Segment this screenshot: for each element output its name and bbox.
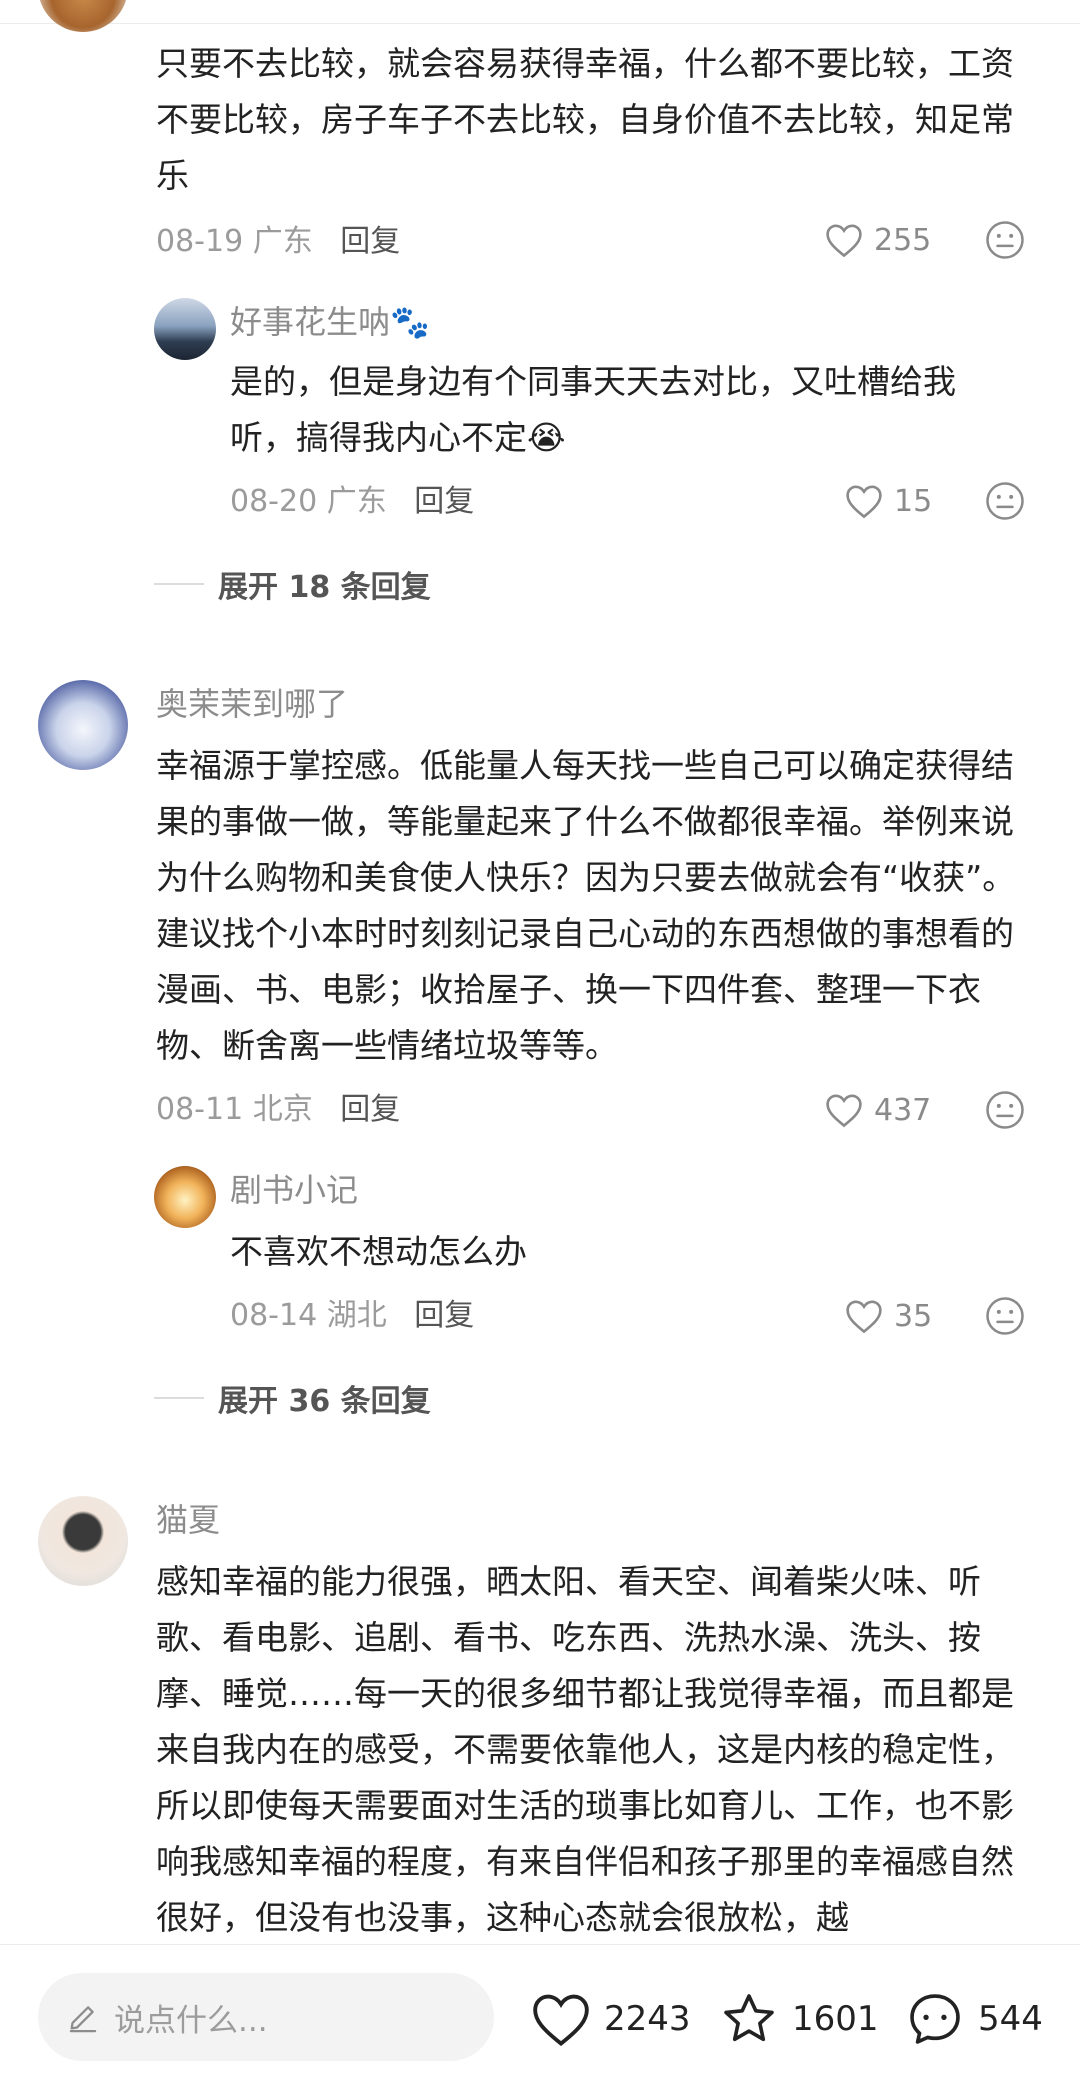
comment-input-placeholder: 说点什么... <box>114 2002 268 2039</box>
neutral-face-icon[interactable] <box>985 1090 1025 1130</box>
like-count: 15 <box>894 483 933 519</box>
neutral-face-icon[interactable] <box>985 220 1025 260</box>
expand-replies-label: 展开 18 条回复 <box>218 570 431 605</box>
expand-divider <box>154 1397 204 1399</box>
favorite-count: 1601 <box>792 1999 879 2039</box>
expand-replies-button[interactable]: 展开 18 条回复 <box>154 564 431 605</box>
expand-divider <box>154 583 204 585</box>
reply-button[interactable]: 回复 <box>414 484 474 519</box>
pencil-icon <box>69 2006 97 2033</box>
like-button[interactable]: 35 <box>844 1296 932 1336</box>
comment-text: 只要不去比较，就会容易获得幸福，什么都不要比较，工资不要比较，房子车子不去比较，… <box>156 44 1014 195</box>
heart-icon <box>846 485 882 519</box>
like-button[interactable]: 15 <box>844 481 932 521</box>
favorite-button[interactable]: 1601 <box>718 1989 879 2049</box>
reply-date: 08-14 <box>230 1298 318 1333</box>
reply-button[interactable]: 回复 <box>340 224 400 259</box>
reply-button[interactable]: 回复 <box>340 1092 400 1127</box>
reply-text: 不喜欢不想动怎么办 <box>230 1232 527 1271</box>
avatar[interactable] <box>38 680 128 770</box>
heart-icon <box>826 1094 862 1128</box>
star-icon <box>724 1994 774 2042</box>
comment-date: 08-11 <box>156 1092 244 1127</box>
post-like-count: 2243 <box>604 1999 691 2039</box>
neutral-face-icon[interactable] <box>985 1296 1025 1336</box>
reply-meta: 08-14 湖北 回复 <box>230 1296 474 1336</box>
reply-text: 是的，但是身边有个同事天天去对比，又吐槽给我听，搞得我内心不定😭 <box>230 362 956 457</box>
avatar[interactable] <box>38 0 128 32</box>
comment-input[interactable]: 说点什么... <box>38 1973 494 2061</box>
comment-meta: 08-19 广东 回复 <box>156 222 400 262</box>
reply-date: 08-20 <box>230 484 318 519</box>
like-button[interactable]: 437 <box>824 1090 931 1130</box>
like-post-button[interactable]: 2243 <box>530 1989 691 2049</box>
reply-meta: 08-20 广东 回复 <box>230 482 474 522</box>
comment-count: 544 <box>978 1999 1043 2039</box>
heart-icon <box>826 224 862 258</box>
like-button[interactable]: 255 <box>824 220 931 260</box>
comment-text: 幸福源于掌控感。低能量人每天找一些自己可以确定获得结果的事做一做，等能量起来了什… <box>156 746 1016 1065</box>
reply-avatar[interactable] <box>154 298 216 360</box>
bottom-action-bar: 说点什么... 2243 1601 544 <box>0 1944 1080 2086</box>
comment-location: 北京 <box>252 1092 313 1127</box>
reply-username[interactable]: 好事花生呐🐾 <box>230 302 430 342</box>
like-count: 255 <box>874 222 932 258</box>
comment-username[interactable]: 猫夏 <box>156 1500 220 1540</box>
reply-avatar[interactable] <box>154 1166 216 1228</box>
comment-username[interactable]: 奥茉茉到哪了 <box>156 684 348 724</box>
speech-bubble-icon <box>910 1994 960 2044</box>
comment-date: 08-19 <box>156 224 244 259</box>
heart-icon <box>533 1994 589 2047</box>
avatar[interactable] <box>38 1496 128 1586</box>
comment-text: 感知幸福的能力很强，晒太阳、看天空、闻着柴火味、听歌、看电影、追剧、看书、吃东西… <box>156 1562 1014 1937</box>
comment-location: 广东 <box>252 224 313 259</box>
comment-meta: 08-11 北京 回复 <box>156 1090 400 1130</box>
reply-location: 广东 <box>326 484 387 519</box>
neutral-face-icon[interactable] <box>985 481 1025 521</box>
heart-icon <box>846 1300 882 1334</box>
like-count: 35 <box>894 1298 933 1334</box>
expand-replies-label: 展开 36 条回复 <box>218 1384 431 1419</box>
like-count: 437 <box>874 1092 932 1128</box>
comment-button[interactable]: 544 <box>904 1989 1043 2049</box>
reply-button[interactable]: 回复 <box>414 1298 474 1333</box>
top-divider <box>0 0 1080 24</box>
reply-username[interactable]: 剧书小记 <box>230 1170 358 1210</box>
reply-location: 湖北 <box>326 1298 387 1333</box>
expand-replies-button[interactable]: 展开 36 条回复 <box>154 1378 431 1419</box>
